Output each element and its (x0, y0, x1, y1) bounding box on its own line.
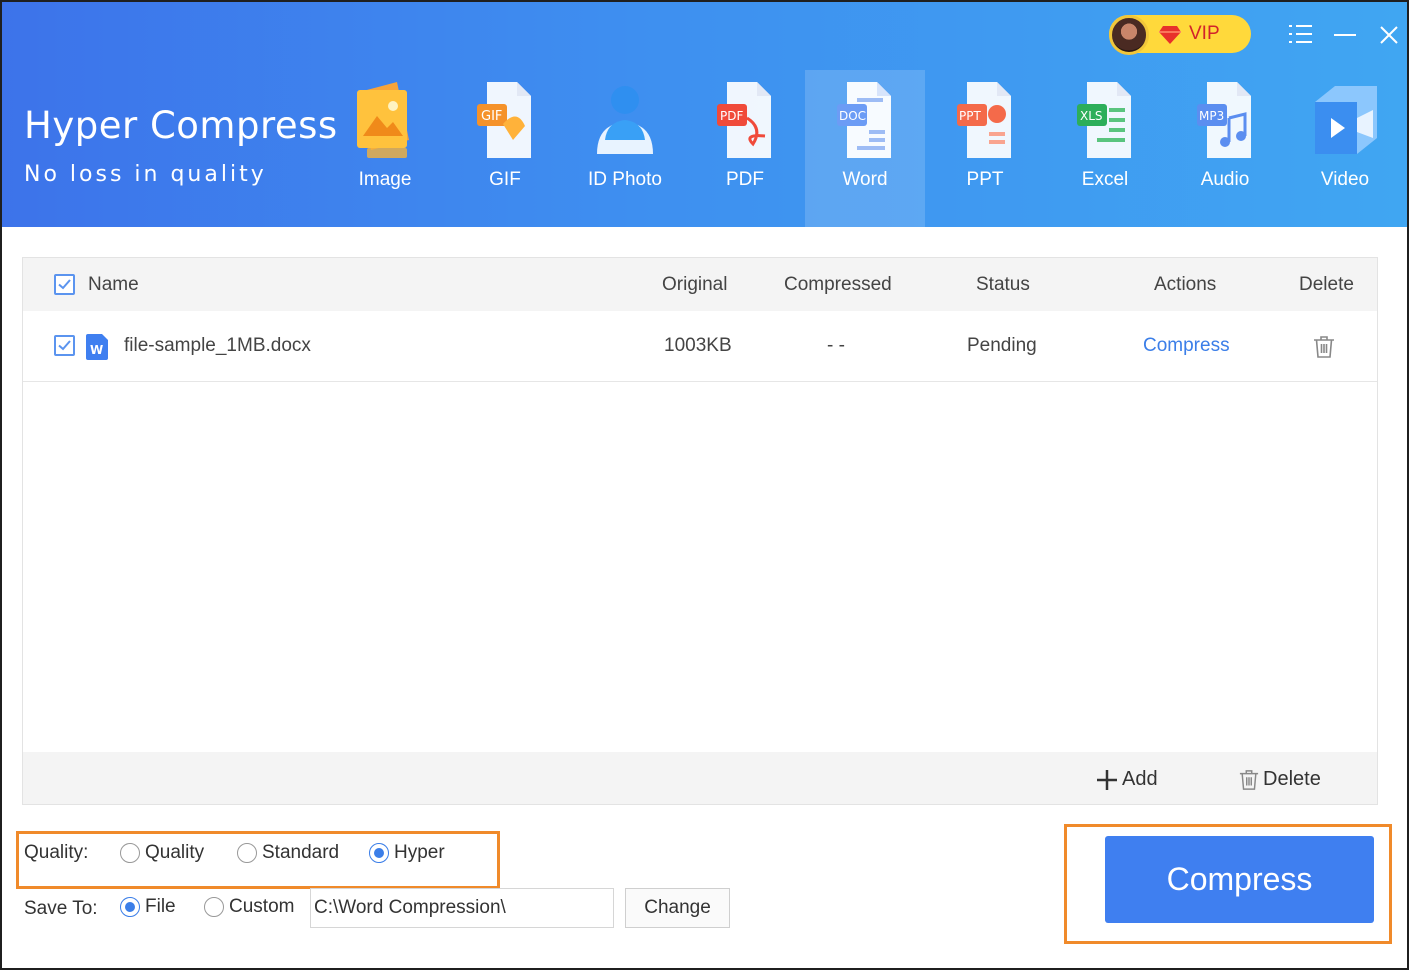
tab-video[interactable]: Video (1285, 70, 1405, 227)
save-radio-file-label[interactable]: File (145, 896, 176, 918)
header-original: Original (662, 274, 728, 295)
tab-gif-label: GIF (489, 169, 521, 190)
app-subtitle: No loss in quality (24, 162, 267, 187)
header-compressed: Compressed (784, 274, 892, 295)
save-radio-custom[interactable] (204, 897, 224, 917)
video-icon (1315, 86, 1377, 154)
file-table: Name Original Compressed Status Actions … (22, 257, 1378, 805)
svg-text:PPT: PPT (959, 109, 981, 123)
svg-text:GIF: GIF (481, 109, 502, 124)
table-row[interactable]: W file-sample_1MB.docx 1003KB - - Pendin… (23, 311, 1377, 382)
tab-audio[interactable]: MP3 Audio (1165, 70, 1285, 227)
header-name: Name (88, 274, 139, 295)
tab-excel-label: Excel (1081, 169, 1129, 190)
row-checkbox[interactable] (54, 335, 75, 356)
header-status: Status (976, 274, 1030, 295)
file-name: file-sample_1MB.docx (124, 335, 311, 356)
app-title: Hyper Compress (24, 104, 338, 147)
svg-text:W: W (90, 343, 103, 357)
file-original-size: 1003KB (664, 335, 732, 356)
quality-radio-quality[interactable] (120, 843, 140, 863)
tab-pdf[interactable]: PDF PDF (685, 70, 805, 227)
word-file-icon: W (86, 334, 108, 360)
file-compressed-size: - - (827, 335, 845, 356)
delete-button[interactable]: Delete (1239, 768, 1321, 791)
vip-badge[interactable]: VIP (1109, 15, 1251, 55)
avatar[interactable] (1109, 15, 1149, 55)
svg-text:PDF: PDF (720, 109, 743, 123)
select-all-checkbox[interactable] (54, 274, 75, 295)
compress-button[interactable]: Compress (1105, 836, 1374, 923)
minimize-icon[interactable] (1330, 20, 1360, 50)
vip-label: VIP (1189, 23, 1220, 44)
tab-word[interactable]: DOC Word (805, 70, 925, 227)
close-icon[interactable] (1374, 20, 1404, 50)
tab-pdf-label: PDF (726, 169, 764, 190)
ppt-icon: PPT (957, 82, 1011, 158)
quality-radio-standard[interactable] (237, 843, 257, 863)
trash-icon[interactable] (1313, 335, 1335, 359)
file-status: Pending (967, 335, 1037, 356)
save-path-input[interactable] (310, 888, 614, 928)
tab-id-photo-label: ID Photo (588, 169, 662, 190)
change-path-button[interactable]: Change (625, 888, 730, 928)
pdf-icon: PDF (717, 82, 771, 158)
tab-image-label: Image (358, 169, 412, 190)
tab-ppt[interactable]: PPT PPT (925, 70, 1045, 227)
tab-audio-label: Audio (1200, 169, 1250, 190)
svg-text:XLS: XLS (1080, 109, 1103, 123)
checkmark-icon (58, 340, 71, 351)
trash-icon (1239, 769, 1259, 790)
table-header: Name Original Compressed Status Actions … (23, 258, 1377, 311)
svg-text:DOC: DOC (839, 109, 866, 123)
table-footer: Add Delete (23, 752, 1377, 804)
tab-excel[interactable]: XLS Excel (1045, 70, 1165, 227)
tab-gif[interactable]: GIF GIF (445, 70, 565, 227)
word-doc-icon: DOC (837, 82, 891, 158)
audio-icon: MP3 (1197, 82, 1251, 158)
tool-tabs: Image GIF GIF ID Photo PDF PDF DOC Word … (325, 70, 1405, 227)
delete-button-label: Delete (1263, 768, 1321, 790)
image-icon (357, 82, 409, 158)
excel-icon: XLS (1077, 82, 1131, 158)
add-button[interactable]: Add (1096, 768, 1158, 791)
menu-icon[interactable] (1286, 20, 1316, 50)
save-radio-file[interactable] (120, 897, 140, 917)
checkmark-icon (58, 279, 71, 290)
tab-ppt-label: PPT (966, 169, 1004, 190)
header-bar: Hyper Compress No loss in quality Image (2, 2, 1407, 227)
plus-icon (1097, 769, 1117, 790)
header-delete: Delete (1299, 274, 1354, 295)
id-photo-icon (597, 86, 653, 154)
tab-image[interactable]: Image (325, 70, 445, 227)
app-window: Hyper Compress No loss in quality Image (0, 0, 1409, 970)
add-button-label: Add (1122, 768, 1158, 790)
quality-radio-standard-label[interactable]: Standard (262, 842, 339, 864)
svg-text:MP3: MP3 (1199, 109, 1224, 123)
header-actions: Actions (1154, 274, 1217, 295)
gif-icon: GIF (477, 82, 531, 158)
tab-word-label: Word (842, 169, 888, 190)
quality-radio-hyper[interactable] (369, 843, 389, 863)
quality-label: Quality: (24, 842, 89, 863)
save-to-label: Save To: (24, 898, 98, 919)
row-compress-link[interactable]: Compress (1143, 335, 1230, 357)
quality-radio-hyper-label[interactable]: Hyper (394, 842, 445, 864)
tab-id-photo[interactable]: ID Photo (565, 70, 685, 227)
diamond-icon (1159, 26, 1181, 44)
save-radio-custom-label[interactable]: Custom (229, 896, 294, 918)
tab-video-label: Video (1320, 169, 1370, 190)
quality-radio-quality-label[interactable]: Quality (145, 842, 204, 864)
